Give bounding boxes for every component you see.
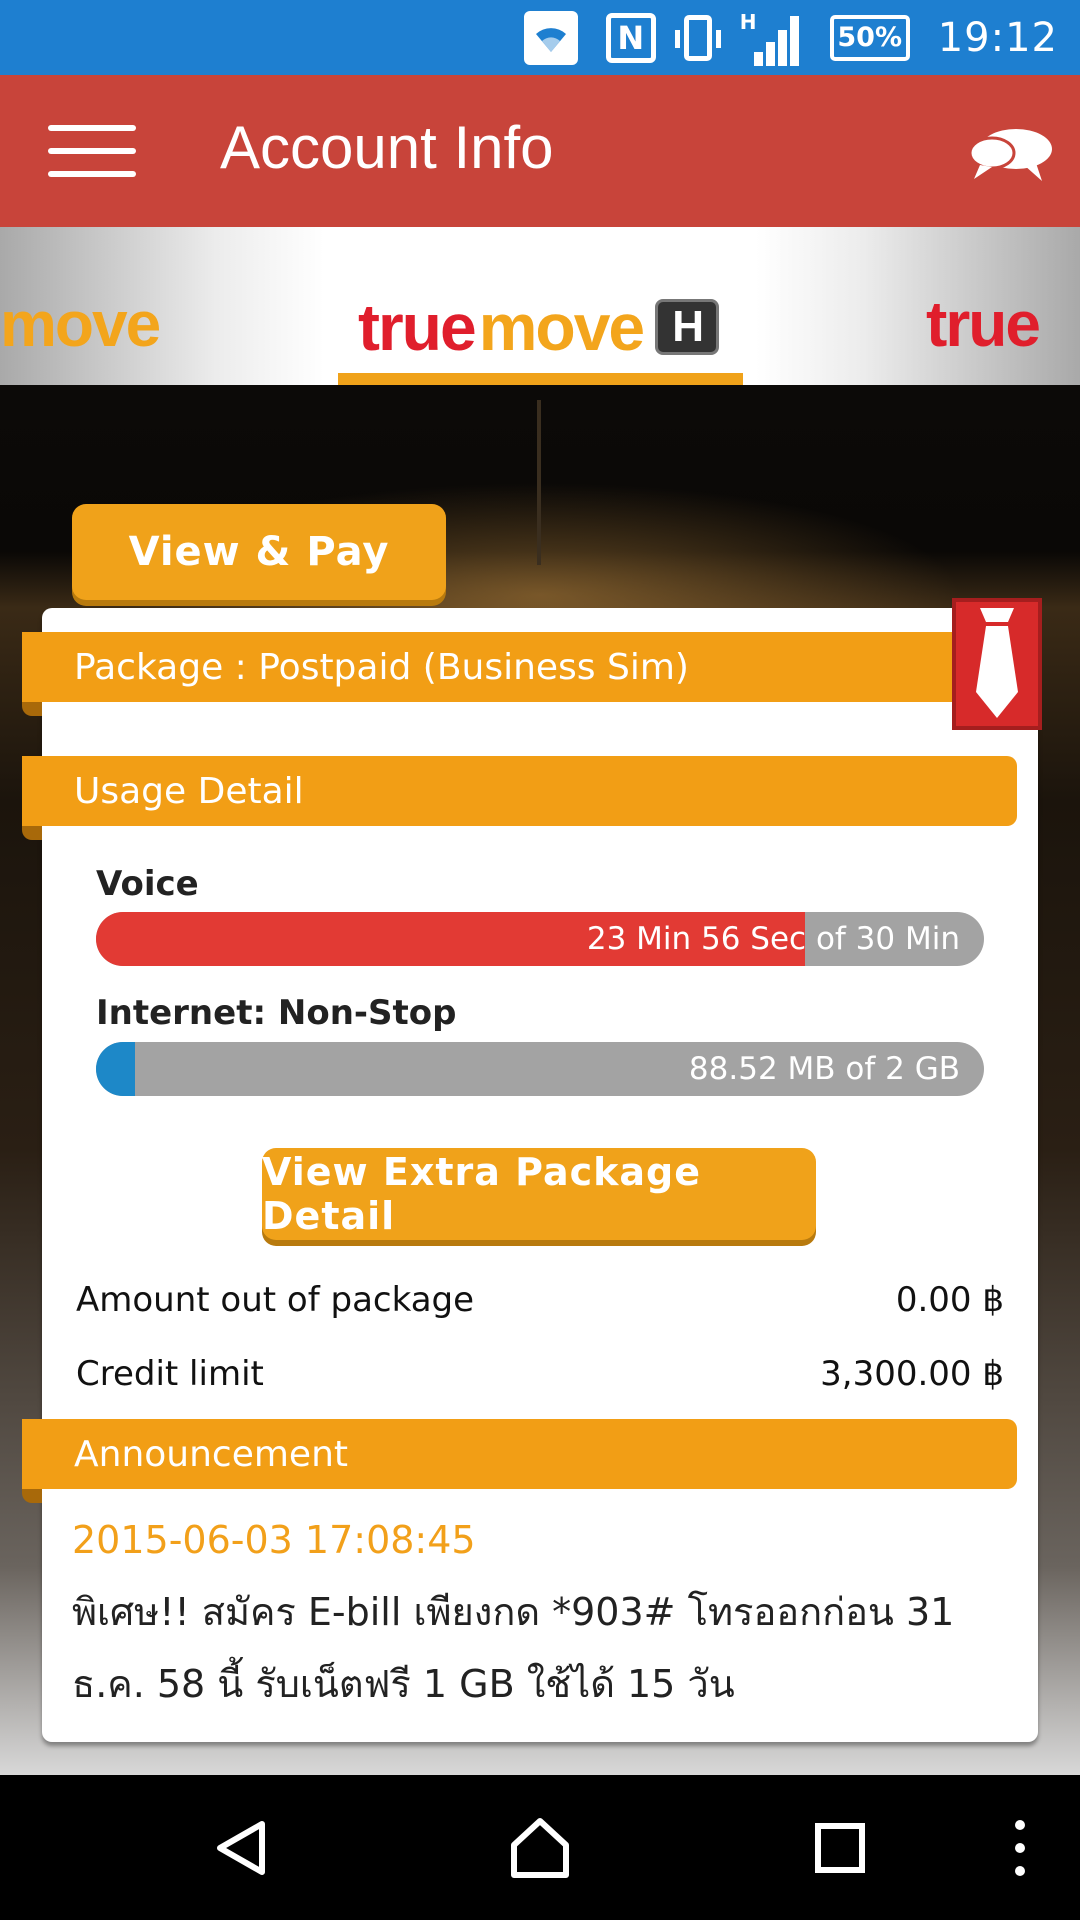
- background-decor-line: [537, 400, 541, 565]
- chat-bubble-icon[interactable]: [966, 125, 1054, 185]
- network-type-label: H: [739, 9, 757, 34]
- hamburger-menu-icon[interactable]: [48, 125, 136, 177]
- view-extra-package-button[interactable]: View Extra Package Detail: [262, 1148, 816, 1240]
- announcement-banner: Announcement: [22, 1419, 1017, 1503]
- view-pay-button[interactable]: View & Pay: [72, 504, 446, 600]
- brand-carousel[interactable]: move true move H true: [0, 227, 1080, 385]
- home-icon[interactable]: [490, 1775, 590, 1920]
- voice-usage-text: 23 Min 56 Sec of 30 Min: [586, 921, 960, 957]
- battery-level: 50%: [837, 22, 903, 53]
- carousel-active-indicator: [338, 373, 743, 385]
- usage-detail-header: Usage Detail: [74, 770, 304, 812]
- page-title: Account Info: [220, 114, 554, 181]
- status-icons: N H 50% 19:12: [523, 0, 1058, 75]
- credit-limit-label: Credit limit: [76, 1354, 264, 1394]
- system-nav-bar: [0, 1775, 1080, 1920]
- package-banner: Package : Postpaid (Business Sim): [22, 632, 1017, 716]
- internet-label: Internet: Non-Stop: [96, 993, 457, 1033]
- internet-usage-bar: 88.52 MB of 2 GB: [96, 1042, 984, 1096]
- credit-limit-row: Credit limit 3,300.00 ฿: [76, 1354, 1004, 1394]
- voice-label: Voice: [96, 864, 199, 904]
- logo-move-text: move: [478, 290, 645, 364]
- status-bar: N H 50% 19:12: [0, 0, 1080, 75]
- amount-out-of-package-label: Amount out of package: [76, 1280, 475, 1320]
- carousel-next-logo[interactable]: true: [926, 287, 1041, 361]
- carousel-current-logo[interactable]: true move H: [358, 289, 720, 365]
- signal-icon: H: [740, 10, 802, 66]
- overflow-dots-icon[interactable]: [1000, 1775, 1040, 1920]
- credit-limit-value: 3,300.00 ฿: [820, 1354, 1004, 1394]
- logo-h-badge: H: [655, 299, 720, 355]
- back-triangle-icon[interactable]: [190, 1775, 290, 1920]
- voice-usage-bar: 23 Min 56 Sec of 30 Min: [96, 912, 984, 966]
- amount-out-of-package-value: 0.00 ฿: [895, 1280, 1004, 1320]
- internet-usage-fill: [96, 1042, 136, 1096]
- app-bar: Account Info: [0, 75, 1080, 227]
- vibrate-icon: [674, 14, 721, 61]
- logo-true-text: true: [358, 290, 477, 364]
- announcement-header: Announcement: [74, 1433, 349, 1475]
- internet-usage-text: 88.52 MB of 2 GB: [688, 1051, 960, 1087]
- amount-out-of-package-row: Amount out of package 0.00 ฿: [76, 1280, 1004, 1320]
- usage-detail-banner: Usage Detail: [22, 756, 1017, 840]
- recents-square-icon[interactable]: [790, 1775, 890, 1920]
- necktie-icon: [952, 598, 1042, 730]
- announcement-date: 2015-06-03 17:08:45: [72, 1518, 476, 1562]
- clock: 19:12: [937, 14, 1058, 61]
- nfc-icon: N: [605, 12, 656, 63]
- announcement-text: พิเศษ!! สมัคร E-bill เพียงกด *903# โทรออ…: [72, 1590, 955, 1706]
- carousel-prev-logo[interactable]: move: [0, 287, 161, 361]
- wifi-icon: [523, 10, 578, 65]
- package-label: Package : Postpaid (Business Sim): [74, 646, 689, 688]
- battery-icon: 50%: [829, 14, 910, 61]
